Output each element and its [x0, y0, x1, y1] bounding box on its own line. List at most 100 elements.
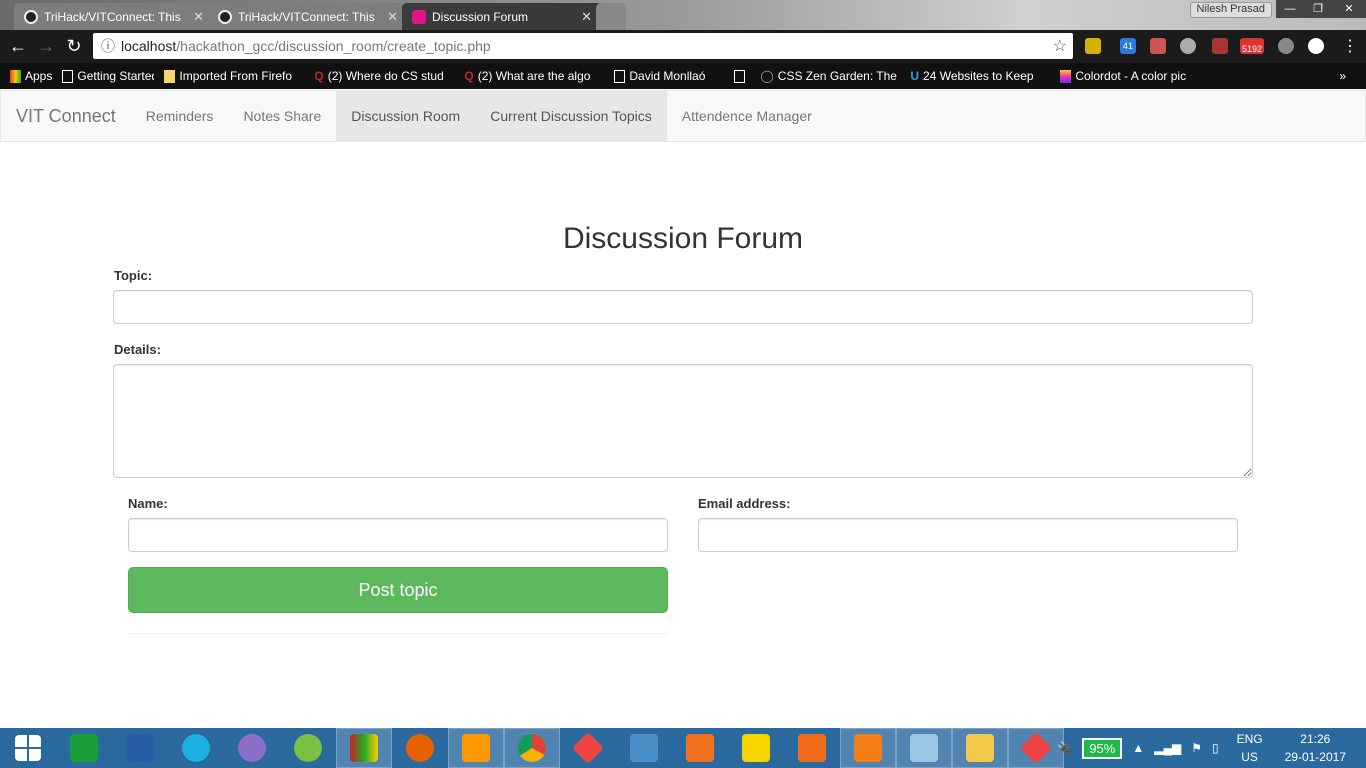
taskbar-virtualbox[interactable]: [616, 728, 672, 768]
nav-attendence-manager[interactable]: Attendence Manager: [667, 91, 827, 141]
action-center-flag-icon[interactable]: ⚑: [1191, 741, 1202, 755]
bookmark-item[interactable]: David Monllaó: [614, 69, 724, 83]
bookmark-item[interactable]: [734, 69, 750, 83]
bookmark-item[interactable]: Q (2) What are the algo: [464, 69, 604, 83]
git-icon: [572, 732, 604, 764]
bookmark-item[interactable]: Getting Started: [62, 69, 154, 83]
power-plug-icon[interactable]: 🔌: [1057, 741, 1072, 755]
email-input[interactable]: [698, 518, 1238, 552]
more-bookmarks-icon[interactable]: »: [1339, 69, 1346, 83]
page-icon: [614, 69, 626, 83]
address-bar[interactable]: ⓘ localhost/hackathon_gcc/discussion_roo…: [93, 33, 1073, 59]
page-title: Discussion Forum: [562, 222, 804, 255]
bookmark-item[interactable]: Imported From Firefo: [164, 69, 304, 83]
taskbar-chrome[interactable]: [504, 728, 560, 768]
winrar-icon: [350, 734, 378, 762]
details-textarea[interactable]: [113, 364, 1253, 478]
page-icon: [734, 69, 746, 83]
taskbar-notes[interactable]: [728, 728, 784, 768]
bookmark-item[interactable]: Colordot - A color pic: [1060, 69, 1200, 83]
nav-current-discussion-topics[interactable]: Current Discussion Topics: [475, 91, 667, 141]
taskbar-foxit[interactable]: [840, 728, 896, 768]
nav-reminders[interactable]: Reminders: [131, 91, 229, 141]
email-label: Email address:: [698, 496, 791, 511]
nav-discussion-room[interactable]: Discussion Room: [336, 91, 476, 141]
bookmark-item[interactable]: Q (2) Where do CS stud: [314, 69, 454, 83]
menu-kebab-icon[interactable]: ⋮: [1342, 36, 1358, 56]
topic-input[interactable]: [113, 290, 1253, 324]
start-button[interactable]: [0, 728, 56, 768]
zen-garden-icon: ◯: [760, 69, 774, 83]
extension-check-icon[interactable]: [1085, 38, 1101, 54]
taskbar-app[interactable]: [168, 728, 224, 768]
battery-icon[interactable]: ▯: [1212, 741, 1219, 755]
taskbar-explorer[interactable]: [952, 728, 1008, 768]
bookmark-star-icon[interactable]: ☆: [1053, 36, 1067, 56]
taskbar-winrar[interactable]: [336, 728, 392, 768]
details-label: Details:: [114, 342, 161, 357]
extension-t-icon[interactable]: [1212, 38, 1228, 54]
battery-indicator[interactable]: 95%: [1082, 737, 1123, 759]
sublime-text-icon: [462, 734, 490, 762]
taskbar-powershell[interactable]: [112, 728, 168, 768]
new-tab-button[interactable]: [596, 3, 626, 30]
extension-logo-icon[interactable]: [1308, 38, 1324, 54]
taskbar-firefox[interactable]: [392, 728, 448, 768]
extension-circle-icon[interactable]: [1180, 38, 1196, 54]
bookmark-item[interactable]: ◯ CSS Zen Garden: The: [760, 69, 900, 83]
clock[interactable]: 21:26 29-01-2017: [1285, 730, 1346, 766]
browser-tab-active[interactable]: Discussion Forum ✕: [402, 3, 602, 30]
taskbar-screenshot[interactable]: [784, 728, 840, 768]
taskbar-sublime[interactable]: [448, 728, 504, 768]
quora-icon: Q: [464, 69, 474, 83]
show-hidden-icons[interactable]: ▲: [1132, 741, 1144, 755]
bookmark-apps[interactable]: Apps: [10, 69, 52, 83]
profile-button[interactable]: Nilesh Prasad: [1189, 2, 1272, 18]
name-input[interactable]: [128, 518, 668, 552]
restore-button[interactable]: ❐: [1304, 0, 1332, 18]
extension-ninja-icon[interactable]: [1150, 38, 1166, 54]
info-icon[interactable]: ⓘ: [101, 36, 115, 56]
folder-icon: [164, 69, 176, 83]
taskbar-git-gui[interactable]: [1008, 728, 1064, 768]
gmail-checker-icon[interactable]: 5192: [1240, 38, 1264, 54]
virtualbox-icon: [630, 734, 658, 762]
reload-icon[interactable]: ↻: [60, 36, 88, 57]
close-window-button[interactable]: ✕: [1332, 0, 1366, 18]
divider: [128, 633, 668, 634]
extension-brackets-icon[interactable]: 41: [1120, 38, 1136, 54]
firefox-icon: [406, 734, 434, 762]
close-tab-icon[interactable]: ✕: [387, 9, 398, 25]
screenshot-icon: [798, 734, 826, 762]
nav-notes-share[interactable]: Notes Share: [228, 91, 336, 141]
notepad-icon: [910, 734, 938, 762]
github-icon: [218, 9, 232, 24]
close-tab-icon[interactable]: ✕: [193, 9, 204, 25]
browser-tab[interactable]: TriHack/VITConnect: This ✕: [14, 3, 214, 30]
page-icon: [62, 69, 74, 83]
language-indicator[interactable]: ENG US: [1237, 730, 1263, 766]
back-icon[interactable]: ←: [4, 36, 32, 57]
post-topic-button[interactable]: Post topic: [128, 567, 668, 613]
github-icon: [24, 9, 38, 24]
brand-link[interactable]: VIT Connect: [1, 91, 131, 141]
taskbar-android-studio[interactable]: [280, 728, 336, 768]
forward-icon[interactable]: →: [32, 36, 60, 57]
name-label: Name:: [128, 496, 168, 511]
taskbar-github-desktop[interactable]: [224, 728, 280, 768]
taskbar-store[interactable]: [56, 728, 112, 768]
apps-grid-icon: [10, 69, 21, 83]
bookmark-item[interactable]: U 24 Websites to Keep: [910, 69, 1050, 83]
network-signal-icon[interactable]: ▂▄▆: [1154, 741, 1181, 755]
close-tab-icon[interactable]: ✕: [581, 9, 592, 25]
taskbar-media-player[interactable]: [672, 728, 728, 768]
extension-bulb-icon[interactable]: [1278, 38, 1294, 54]
git-gui-icon: [1020, 732, 1052, 764]
minimize-button[interactable]: —: [1276, 0, 1304, 18]
taskbar-git[interactable]: [560, 728, 616, 768]
taskbar-notepad[interactable]: [896, 728, 952, 768]
quora-icon: Q: [314, 69, 324, 83]
browser-tab[interactable]: TriHack/VITConnect: This ✕: [208, 3, 408, 30]
udacity-icon: U: [910, 69, 920, 83]
bookmarks-bar: Apps Getting Started Imported From Firef…: [0, 63, 1366, 89]
